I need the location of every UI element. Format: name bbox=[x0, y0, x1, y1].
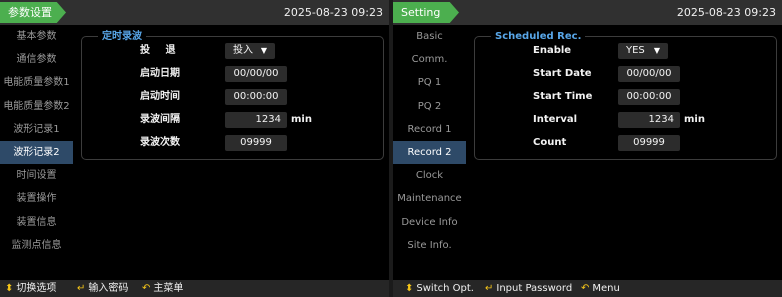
footer-hints: ⬍ 切换选项 ↵ 输入密码 ↶ 主菜单 bbox=[0, 280, 389, 297]
menu-hint: ↶ 主菜单 bbox=[142, 280, 183, 297]
sidebar-item-pq2[interactable]: PQ 2 bbox=[393, 95, 466, 118]
enter-arrow-icon: ↵ bbox=[77, 283, 86, 294]
input-password-hint: ↵ 输入密码 bbox=[77, 280, 128, 297]
input-password-hint: ↵ Input Password bbox=[485, 280, 572, 297]
interval-field[interactable]: 1234 bbox=[618, 112, 680, 128]
sidebar-item-pq1[interactable]: 电能质量参数1 bbox=[0, 71, 73, 94]
sidebar-item-basic[interactable]: Basic bbox=[393, 25, 466, 48]
sidebar-item-pq1[interactable]: PQ 1 bbox=[393, 71, 466, 94]
screen-title: 参数设置 bbox=[0, 2, 66, 23]
sidebar-menu: 基本参数 通信参数 电能质量参数1 电能质量参数2 波形记录1 波形记录2 时间… bbox=[0, 25, 73, 280]
input-password-text: 输入密码 bbox=[88, 283, 129, 294]
clock: 2025-08-23 09:23 bbox=[676, 6, 776, 19]
clock: 2025-08-23 09:23 bbox=[283, 6, 383, 19]
start-time-row: Start Time 00:00:00 bbox=[475, 89, 778, 105]
caret-down-icon: ▼ bbox=[260, 46, 267, 55]
enable-row: Enable YES ▼ bbox=[475, 43, 778, 59]
count-row: 录波次数 09999 bbox=[82, 135, 385, 151]
up-down-arrow-icon: ⬍ bbox=[405, 283, 414, 294]
footer-hints: ⬍ Switch Opt. ↵ Input Password ↶ Menu bbox=[393, 280, 782, 297]
sidebar-item-comm[interactable]: Comm. bbox=[393, 48, 466, 71]
interval-row: 录波间隔 1234 min bbox=[82, 112, 385, 128]
count-row: Count 09999 bbox=[475, 135, 778, 151]
start-date-label: 启动日期 bbox=[140, 68, 180, 79]
menu-text: 主菜单 bbox=[153, 283, 184, 294]
start-date-label: Start Date bbox=[533, 68, 592, 79]
enable-label: Enable bbox=[533, 45, 572, 56]
settings-panel-english: Setting 2025-08-23 09:23 Basic Comm. PQ … bbox=[393, 0, 782, 297]
up-down-arrow-icon: ⬍ bbox=[5, 283, 14, 294]
switch-option-text: Switch Opt. bbox=[416, 283, 474, 294]
switch-option-hint: ⬍ 切换选项 bbox=[5, 280, 56, 297]
settings-content: Scheduled Rec. Enable YES ▼ Start Date 0… bbox=[466, 25, 782, 280]
start-date-row: 启动日期 00/00/00 bbox=[82, 66, 385, 82]
switch-option-text: 切换选项 bbox=[16, 283, 57, 294]
sidebar-item-site-info[interactable]: 监测点信息 bbox=[0, 234, 73, 257]
sidebar-item-maintenance[interactable]: Maintenance bbox=[393, 187, 466, 210]
count-field[interactable]: 09999 bbox=[225, 135, 287, 151]
interval-row: Interval 1234 min bbox=[475, 112, 778, 128]
start-date-field[interactable]: 00/00/00 bbox=[618, 66, 680, 82]
sidebar-item-record1[interactable]: 波形记录1 bbox=[0, 118, 73, 141]
enable-select[interactable]: YES ▼ bbox=[618, 43, 668, 59]
sidebar-menu: Basic Comm. PQ 1 PQ 2 Record 1 Record 2 … bbox=[393, 25, 466, 280]
sidebar-item-clock[interactable]: Clock bbox=[393, 164, 466, 187]
return-arrow-icon: ↶ bbox=[142, 283, 151, 294]
return-arrow-icon: ↶ bbox=[581, 283, 590, 294]
count-label: 录波次数 bbox=[140, 137, 180, 148]
scheduled-record-group: 定时录波 投 退 投入 ▼ 启动日期 00/00/00 启动时间 00:00:0… bbox=[81, 30, 385, 160]
enable-value: 投入 bbox=[233, 45, 253, 56]
title-bar: 参数设置 2025-08-23 09:23 bbox=[0, 0, 389, 25]
start-time-row: 启动时间 00:00:00 bbox=[82, 89, 385, 105]
sidebar-item-pq2[interactable]: 电能质量参数2 bbox=[0, 95, 73, 118]
enable-value: YES bbox=[626, 45, 645, 56]
interval-field[interactable]: 1234 bbox=[225, 112, 287, 128]
sidebar-item-record2[interactable]: 波形记录2 bbox=[0, 140, 73, 165]
input-password-text: Input Password bbox=[496, 283, 573, 294]
title-bar: Setting 2025-08-23 09:23 bbox=[393, 0, 782, 25]
screen-title: Setting bbox=[393, 2, 459, 23]
group-title: Scheduled Rec. bbox=[491, 30, 586, 44]
menu-text: Menu bbox=[592, 283, 620, 294]
count-field[interactable]: 09999 bbox=[618, 135, 680, 151]
start-time-label: Start Time bbox=[533, 91, 593, 102]
interval-label: Interval bbox=[533, 114, 578, 125]
sidebar-item-maintenance[interactable]: 装置操作 bbox=[0, 187, 73, 210]
settings-panel-chinese: 参数设置 2025-08-23 09:23 基本参数 通信参数 电能质量参数1 … bbox=[0, 0, 389, 297]
scheduled-record-group: Scheduled Rec. Enable YES ▼ Start Date 0… bbox=[474, 30, 778, 160]
sidebar-item-record1[interactable]: Record 1 bbox=[393, 118, 466, 141]
menu-hint: ↶ Menu bbox=[581, 280, 620, 297]
sidebar-item-device-info[interactable]: 装置信息 bbox=[0, 211, 73, 234]
sidebar-item-basic[interactable]: 基本参数 bbox=[0, 25, 73, 48]
start-time-field[interactable]: 00:00:00 bbox=[618, 89, 680, 105]
sidebar-item-site-info[interactable]: Site Info. bbox=[393, 234, 466, 257]
settings-content: 定时录波 投 退 投入 ▼ 启动日期 00/00/00 启动时间 00:00:0… bbox=[73, 25, 389, 280]
sidebar-item-comm[interactable]: 通信参数 bbox=[0, 48, 73, 71]
sidebar-item-device-info[interactable]: Device Info bbox=[393, 211, 466, 234]
caret-down-icon: ▼ bbox=[653, 46, 660, 55]
start-date-field[interactable]: 00/00/00 bbox=[225, 66, 287, 82]
interval-unit: min bbox=[291, 114, 312, 125]
start-time-label: 启动时间 bbox=[140, 91, 180, 102]
count-label: Count bbox=[533, 137, 567, 148]
sidebar-item-record2[interactable]: Record 2 bbox=[393, 140, 466, 165]
interval-label: 录波间隔 bbox=[140, 114, 180, 125]
switch-option-hint: ⬍ Switch Opt. bbox=[405, 280, 474, 297]
enable-label: 投 退 bbox=[140, 45, 182, 56]
enable-select[interactable]: 投入 ▼ bbox=[225, 43, 275, 59]
start-time-field[interactable]: 00:00:00 bbox=[225, 89, 287, 105]
start-date-row: Start Date 00/00/00 bbox=[475, 66, 778, 82]
interval-unit: min bbox=[684, 114, 705, 125]
enter-arrow-icon: ↵ bbox=[485, 283, 494, 294]
sidebar-item-clock[interactable]: 时间设置 bbox=[0, 164, 73, 187]
group-title: 定时录波 bbox=[98, 30, 146, 44]
enable-row: 投 退 投入 ▼ bbox=[82, 43, 385, 59]
